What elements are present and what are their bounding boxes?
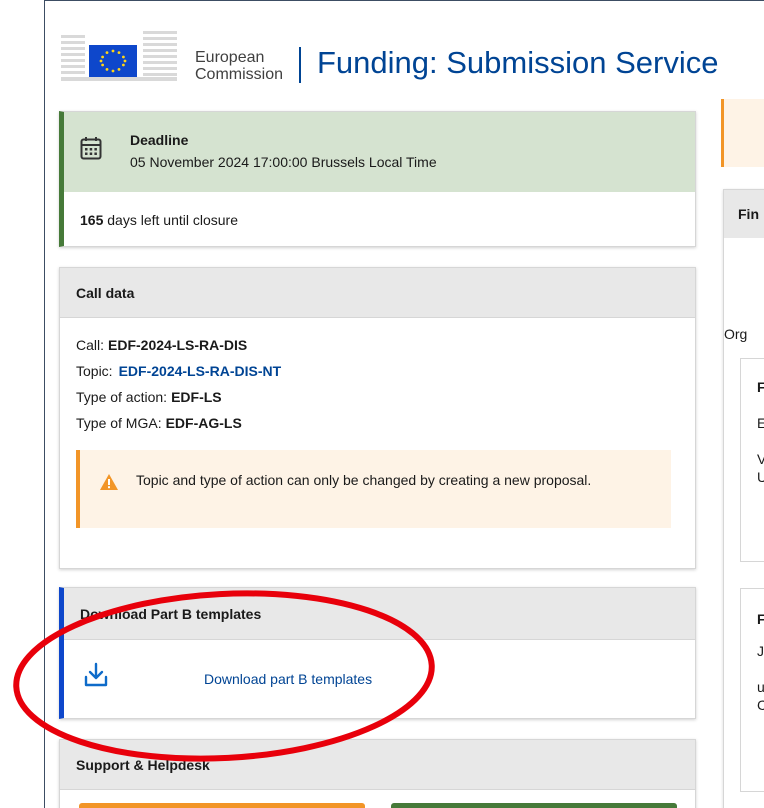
right-box-2-title: F	[757, 611, 764, 627]
call-data-heading: Call data	[60, 268, 695, 318]
app-title: Funding: Submission Service	[317, 45, 719, 80]
right-box-1-line-3: V	[757, 451, 764, 467]
right-box-1-title: F	[757, 379, 764, 395]
deadline-date: 05 November 2024 17:00:00 Brussels Local…	[130, 154, 437, 170]
action-value: EDF-LS	[171, 389, 222, 405]
european-commission-logo	[61, 31, 177, 81]
right-org-text: Org	[724, 326, 748, 342]
deadline-title: Deadline	[130, 132, 189, 148]
download-templates-link[interactable]: Download part B templates	[204, 671, 372, 687]
support-button-orange[interactable]	[79, 803, 365, 808]
app-frame: European Commission Funding: Submission …	[44, 0, 764, 808]
right-box-2: F J u C	[740, 588, 764, 792]
mga-label: Type of MGA:	[76, 415, 162, 431]
support-heading: Support & Helpdesk	[60, 740, 695, 790]
deadline-card: Deadline 05 November 2024 17:00:00 Bruss…	[59, 111, 696, 247]
warning-text: Topic and type of action can only be cha…	[136, 472, 592, 488]
days-left: 165 days left until closure	[64, 192, 695, 248]
org-line-2: Commission	[195, 66, 284, 83]
page-header: European Commission Funding: Submission …	[45, 1, 764, 97]
download-templates-card: Download Part B templates Download part …	[59, 587, 696, 719]
days-left-text: days left until closure	[107, 212, 238, 228]
call-data-card: Call data Call: EDF-2024-LS-RA-DIS Topic…	[59, 267, 696, 569]
organisation-name: European Commission	[195, 49, 283, 83]
download-heading: Download Part B templates	[64, 588, 695, 640]
support-card: Support & Helpdesk	[59, 739, 696, 808]
right-box-1-line-4: U	[757, 469, 764, 485]
right-box-2-line-2: J	[757, 643, 764, 659]
right-box-2-line-3: u	[757, 679, 764, 695]
topic-row: Topic: EDF-2024-LS-RA-DIS-NT	[76, 358, 679, 384]
mga-value: EDF-AG-LS	[165, 415, 242, 431]
action-row: Type of action: EDF-LS	[76, 384, 679, 410]
download-icon[interactable]	[84, 662, 108, 688]
right-panel: Fin Org F E V U F J u C	[723, 189, 764, 808]
right-panel-heading: Fin	[724, 190, 764, 238]
action-label: Type of action:	[76, 389, 168, 405]
call-label: Call:	[76, 337, 105, 353]
right-box-1: F E V U	[740, 358, 764, 562]
org-line-1: European	[195, 49, 265, 66]
mga-row: Type of MGA: EDF-AG-LS	[76, 410, 679, 436]
header-divider	[299, 47, 301, 83]
support-button-green[interactable]	[391, 803, 677, 808]
deadline-header: Deadline 05 November 2024 17:00:00 Bruss…	[64, 112, 695, 192]
right-box-2-line-4: C	[757, 697, 764, 713]
call-row: Call: EDF-2024-LS-RA-DIS	[76, 332, 679, 358]
warning-icon	[100, 474, 118, 490]
calendar-icon	[80, 137, 102, 160]
days-left-count: 165	[80, 212, 104, 228]
topic-warning: Topic and type of action can only be cha…	[76, 450, 671, 528]
call-value: EDF-2024-LS-RA-DIS	[108, 337, 248, 353]
topic-link[interactable]: EDF-2024-LS-RA-DIS-NT	[119, 363, 282, 379]
topic-label: Topic:	[76, 363, 113, 379]
right-alert-strip	[721, 99, 764, 167]
right-box-1-line-2: E	[757, 415, 764, 431]
